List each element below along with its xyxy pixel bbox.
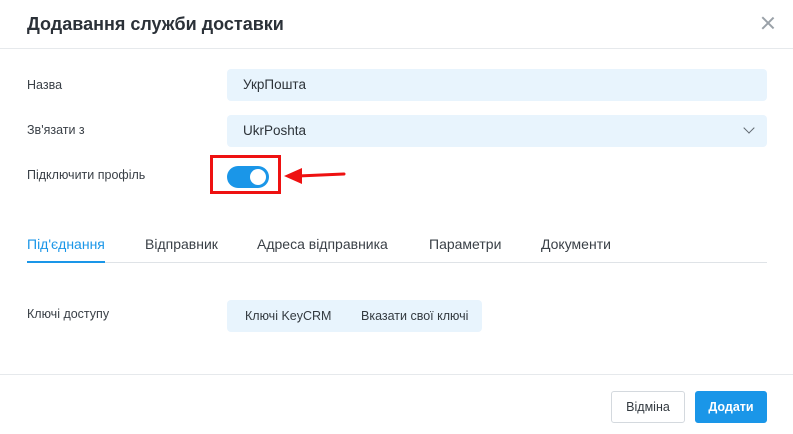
option-keycrm-keys[interactable]: Ключі KeyCRM	[245, 309, 331, 323]
profile-label: Підключити профіль	[27, 168, 146, 182]
name-field[interactable]: УкрПошта	[227, 69, 767, 101]
link-select-value: UkrPoshta	[243, 123, 307, 138]
tab-documents[interactable]: Документи	[541, 236, 611, 252]
tab-sender-address-label: Адреса відправника	[257, 236, 388, 252]
tab-bar: Під'єднання Відправник Адреса відправник…	[27, 230, 767, 263]
tab-sender-address[interactable]: Адреса відправника	[257, 236, 388, 252]
tab-parameters-label: Параметри	[429, 236, 502, 252]
dialog-title: Додавання служби доставки	[27, 14, 284, 34]
dialog-header: Додавання служби доставки	[0, 0, 793, 49]
close-icon[interactable]	[761, 16, 775, 30]
link-select[interactable]: UkrPoshta	[227, 115, 767, 147]
tab-sender[interactable]: Відправник	[145, 236, 218, 252]
option-own-keys[interactable]: Вказати свої ключі	[361, 309, 468, 323]
active-tab-indicator	[27, 261, 105, 263]
name-label: Назва	[27, 78, 63, 92]
chevron-down-icon	[743, 122, 755, 134]
toggle-knob	[250, 169, 266, 185]
name-field-value: УкрПошта	[243, 77, 306, 92]
tab-sender-label: Відправник	[145, 236, 218, 252]
profile-toggle[interactable]	[227, 166, 269, 188]
dialog-footer: Відміна Додати	[0, 374, 793, 434]
link-label: Зв'язати з	[27, 123, 85, 137]
cancel-button[interactable]: Відміна	[611, 391, 685, 423]
tab-connection-label: Під'єднання	[27, 236, 105, 252]
tab-parameters[interactable]: Параметри	[429, 236, 501, 252]
red-arrow-icon	[284, 168, 346, 184]
add-button[interactable]: Додати	[695, 391, 767, 423]
tab-connection[interactable]: Під'єднання	[27, 236, 105, 252]
access-keys-switch: Ключі KeyCRM Вказати свої ключі	[227, 300, 482, 332]
tab-documents-label: Документи	[541, 236, 611, 252]
access-keys-label: Ключі доступу	[27, 307, 110, 321]
